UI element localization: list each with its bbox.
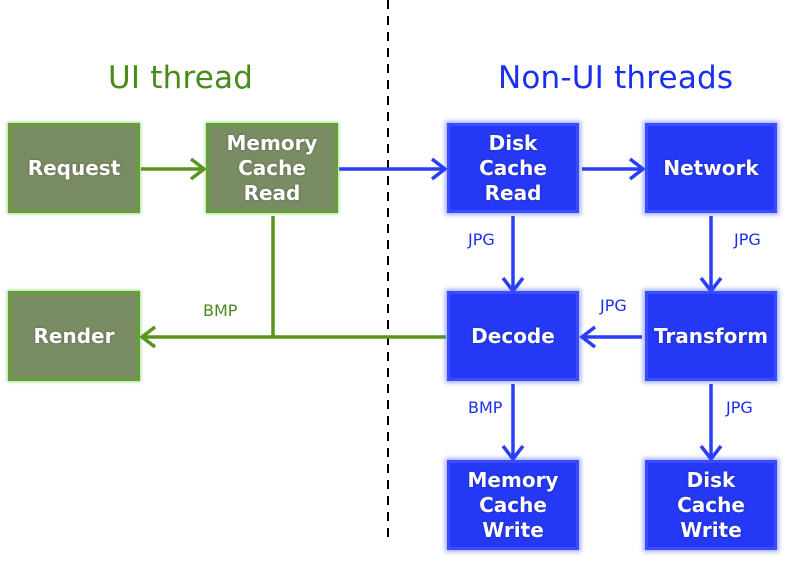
non-ui-threads-heading: Non-UI threads (498, 60, 734, 96)
node-memory-cache-read-label: Memory Cache Read (226, 130, 318, 205)
node-memory-cache-read: Memory Cache Read (206, 123, 338, 213)
node-disk-cache-write: Disk Cache Write (645, 460, 777, 550)
node-disk-cache-write-label: Disk Cache Write (677, 467, 745, 542)
node-disk-cache-read: Disk Cache Read (447, 123, 579, 213)
edge-decode-to-memory-cache-write (501, 384, 525, 462)
ui-thread-heading: UI thread (108, 60, 254, 96)
node-memory-cache-write-label: Memory Cache Write (467, 467, 559, 542)
edge-label-decode-to-memory-write: BMP (468, 398, 503, 417)
node-request-label: Request (27, 155, 121, 180)
node-render: Render (8, 291, 140, 381)
node-network-label: Network (663, 155, 759, 180)
node-request: Request (8, 123, 140, 213)
edge-label-transform-to-disk-write: JPG (726, 398, 753, 417)
node-transform: Transform (645, 291, 777, 381)
edge-request-to-memory-cache-read (141, 157, 207, 181)
edge-to-render (139, 216, 446, 349)
node-decode: Decode (447, 291, 579, 381)
edge-transform-to-disk-cache-write (699, 384, 723, 462)
node-memory-cache-write: Memory Cache Write (447, 460, 579, 550)
edge-label-disk-read-to-decode: JPG (468, 230, 495, 249)
node-network: Network (645, 123, 777, 213)
edge-label-transform-to-decode: JPG (600, 296, 627, 315)
edge-transform-to-decode (579, 325, 642, 349)
node-disk-cache-read-label: Disk Cache Read (479, 130, 547, 205)
edge-disk-cache-read-to-decode (501, 216, 525, 294)
edge-disk-cache-read-to-network (582, 157, 646, 181)
edge-memory-cache-read-to-disk-cache-read (339, 157, 448, 181)
edge-network-to-transform (699, 216, 723, 294)
node-render-label: Render (33, 323, 115, 348)
node-decode-label: Decode (471, 323, 555, 348)
edge-label-network-to-transform: JPG (734, 230, 761, 249)
edge-label-memory-read-to-render: BMP (203, 301, 238, 320)
node-transform-label: Transform (653, 323, 769, 348)
